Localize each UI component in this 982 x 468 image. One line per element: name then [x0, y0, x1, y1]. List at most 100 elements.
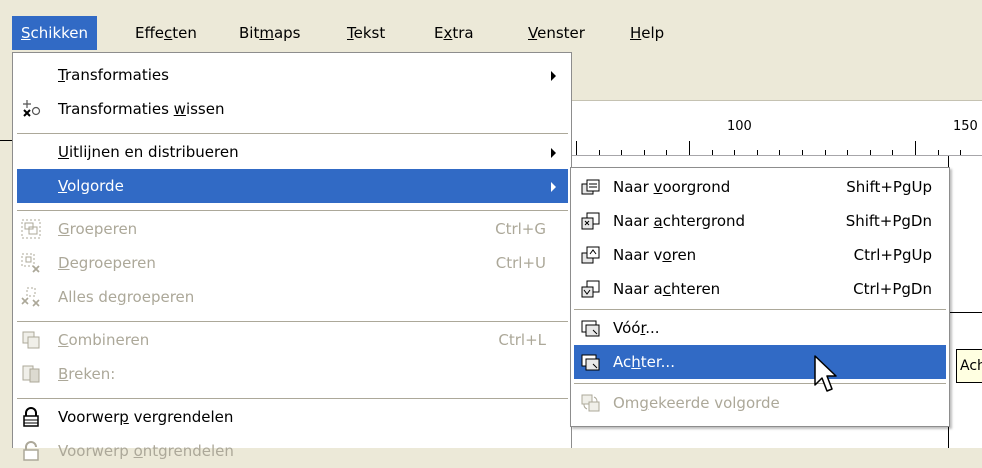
menu-item-label: Voorwerp ontgrendelen	[58, 442, 234, 460]
ruler-tick	[847, 150, 849, 155]
shortcut-label: Shift+PgDn	[845, 212, 932, 230]
behind-icon	[581, 354, 600, 371]
to-back-icon	[581, 212, 600, 230]
submenu-item-naar-achtergrond[interactable]: Naar achtergrond Shift+PgDn	[574, 204, 946, 238]
submenu-item-label: Naar achtergrond	[613, 212, 746, 230]
menu-venster[interactable]: Venster	[519, 16, 594, 50]
to-front-icon	[581, 179, 600, 195]
menu-item-label: Transformaties wissen	[58, 100, 225, 118]
backward-one-icon	[581, 280, 600, 298]
schikken-dropdown: Transformaties Transformaties wissen Uit…	[12, 52, 572, 461]
submenu-item-naar-voren[interactable]: Naar voren Ctrl+PgUp	[574, 238, 946, 272]
menu-item-label: Volgorde	[58, 177, 124, 195]
menu-item-breken[interactable]: Breken:	[17, 357, 568, 391]
menu-tekst[interactable]: Tekst	[338, 16, 394, 50]
ruler-label-100: 100	[727, 119, 752, 134]
submenu-item-label: Achter...	[613, 353, 675, 371]
ruler-label-150: 150	[953, 119, 978, 134]
menu-item-transformaties-wissen[interactable]: Transformaties wissen	[17, 92, 568, 126]
toolbar	[570, 52, 982, 101]
submenu-item-omgekeerde-volgorde[interactable]: Omgekeerde volgorde	[574, 386, 946, 420]
submenu-item-label: Omgekeerde volgorde	[613, 394, 780, 412]
menu-separator	[17, 133, 568, 134]
shortcut-label: Ctrl+L	[498, 331, 546, 349]
submenu-separator	[574, 383, 946, 384]
submenu-item-naar-achteren[interactable]: Naar achteren Ctrl+PgDn	[574, 272, 946, 306]
shortcut-label: Shift+PgUp	[846, 178, 932, 196]
submenu-item-label: Naar voren	[613, 246, 697, 264]
ruler-tick	[937, 150, 939, 155]
horizontal-ruler: 100 150	[570, 101, 982, 156]
ruler-tick	[576, 141, 577, 155]
menu-item-label: Groeperen	[58, 220, 138, 238]
menu-item-uitlijnen[interactable]: Uitlijnen en distribueren	[17, 135, 568, 169]
submenu-item-label: Vóór...	[613, 319, 660, 337]
menu-item-degroeperen[interactable]: Degroeperen Ctrl+U	[17, 246, 568, 280]
mouse-pointer-icon	[814, 355, 837, 392]
menu-separator	[17, 210, 568, 211]
shortcut-label: Ctrl+PgUp	[853, 246, 932, 264]
menu-item-ontgrendelen[interactable]: Voorwerp ontgrendelen	[17, 434, 568, 468]
ruler-left-mark	[0, 140, 12, 141]
ruler-tick	[711, 150, 713, 155]
menu-item-transformaties[interactable]: Transformaties	[17, 58, 568, 92]
submenu-arrow-icon	[551, 148, 556, 158]
menu-schikken[interactable]: Schikken	[12, 16, 98, 50]
ruler-tick	[960, 150, 962, 155]
ruler-tick	[892, 150, 894, 155]
ruler-tick	[824, 150, 826, 155]
menu-effecten[interactable]: Effecten	[126, 16, 206, 50]
ruler-tick	[621, 150, 623, 155]
ruler-tick	[756, 150, 758, 155]
reverse-order-icon	[581, 394, 600, 412]
unlock-icon	[23, 441, 39, 461]
menu-item-label: Combineren	[58, 331, 150, 349]
ruler-tick	[734, 150, 736, 155]
menu-item-alles-degroeperen[interactable]: Alles degroeperen	[17, 280, 568, 314]
ruler-tick	[802, 150, 803, 155]
ruler-tick	[779, 150, 781, 155]
lock-icon	[23, 407, 39, 427]
submenu-item-label: Naar voorgrond	[613, 178, 731, 196]
submenu-separator	[574, 309, 946, 310]
menu-item-label: Transformaties	[58, 66, 169, 84]
ruler-tick	[598, 150, 600, 155]
group-icon	[21, 219, 41, 239]
menu-separator	[17, 321, 568, 322]
menu-separator	[17, 398, 568, 399]
ungroup-icon	[21, 253, 40, 273]
submenu-item-label: Naar achteren	[613, 280, 721, 298]
submenu-arrow-icon	[551, 182, 556, 192]
shortcut-label: Ctrl+PgDn	[853, 280, 932, 298]
menu-item-label: Uitlijnen en distribueren	[58, 143, 239, 161]
shortcut-label: Ctrl+G	[495, 220, 546, 238]
menu-item-groeperen[interactable]: Groeperen Ctrl+G	[17, 212, 568, 246]
menu-item-combineren[interactable]: Combineren Ctrl+L	[17, 323, 568, 357]
menubar: Schikken Effecten Bitmaps Tekst Extra Ve…	[0, 0, 982, 52]
combine-icon	[22, 331, 40, 349]
page-guide-line	[948, 312, 982, 313]
ruler-tick	[869, 150, 871, 155]
in-front-of-icon	[581, 320, 600, 337]
submenu-item-naar-voorgrond[interactable]: Naar voorgrond Shift+PgUp	[574, 170, 946, 204]
break-apart-icon	[22, 365, 40, 383]
ruler-tick	[643, 150, 645, 155]
menu-extra[interactable]: Extra	[425, 16, 483, 50]
menu-bitmaps[interactable]: Bitmaps	[230, 16, 310, 50]
clear-transformations-icon	[23, 100, 41, 117]
ruler-tick	[689, 141, 690, 155]
menu-item-label: Degroeperen	[58, 254, 156, 272]
menu-item-label: Breken:	[58, 365, 116, 383]
tooltip: Ach	[956, 349, 982, 383]
ruler-tick	[666, 150, 668, 155]
submenu-item-achter[interactable]: Achter...	[574, 345, 946, 379]
menu-help[interactable]: Help	[621, 16, 673, 50]
ruler-tick	[915, 141, 916, 155]
menu-item-vergrendelen[interactable]: Voorwerp vergrendelen	[17, 400, 568, 434]
menu-item-volgorde[interactable]: Volgorde	[17, 169, 568, 203]
submenu-item-voor[interactable]: Vóór...	[574, 311, 946, 345]
shortcut-label: Ctrl+U	[495, 254, 546, 272]
forward-one-icon	[581, 246, 600, 264]
menu-item-label: Alles degroeperen	[58, 288, 195, 306]
volgorde-submenu: Naar voorgrond Shift+PgUp Naar achtergro…	[570, 167, 950, 427]
